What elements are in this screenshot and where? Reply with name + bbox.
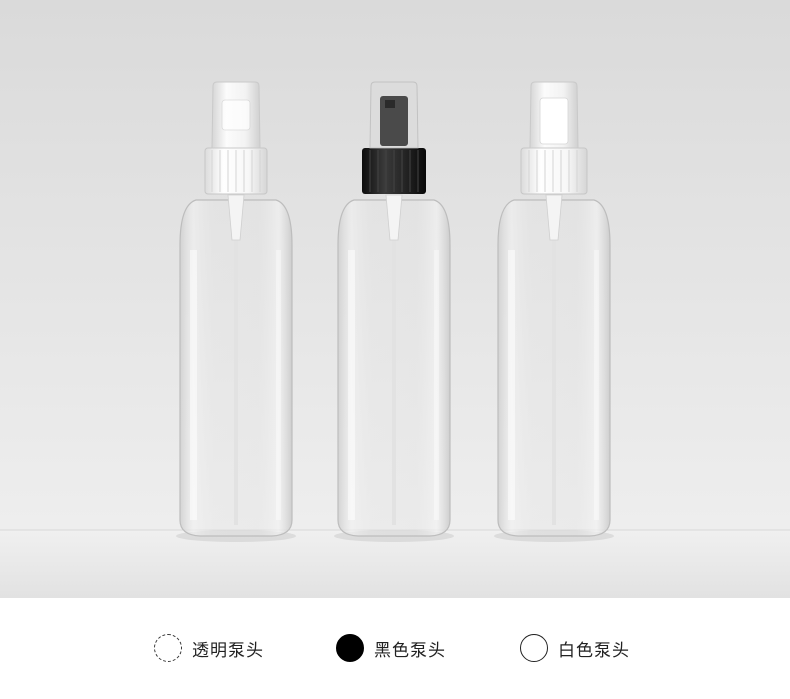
legend-label-white: 白色泵头 xyxy=(558,640,630,661)
pump-color-legend: 透明泵头 黑色泵头 白色泵头 xyxy=(0,598,790,699)
product-photo xyxy=(0,0,790,598)
outline-circle-icon xyxy=(520,634,548,662)
legend-item-white: 白色泵头 xyxy=(520,632,630,664)
dashed-circle-icon xyxy=(154,634,182,662)
legend-item-black: 黑色泵头 xyxy=(336,632,446,664)
bottles-scene xyxy=(0,0,790,598)
legend-label-clear: 透明泵头 xyxy=(192,640,264,661)
filled-circle-icon xyxy=(336,634,364,662)
legend-item-clear: 透明泵头 xyxy=(154,632,264,664)
legend-label-black: 黑色泵头 xyxy=(374,640,446,661)
